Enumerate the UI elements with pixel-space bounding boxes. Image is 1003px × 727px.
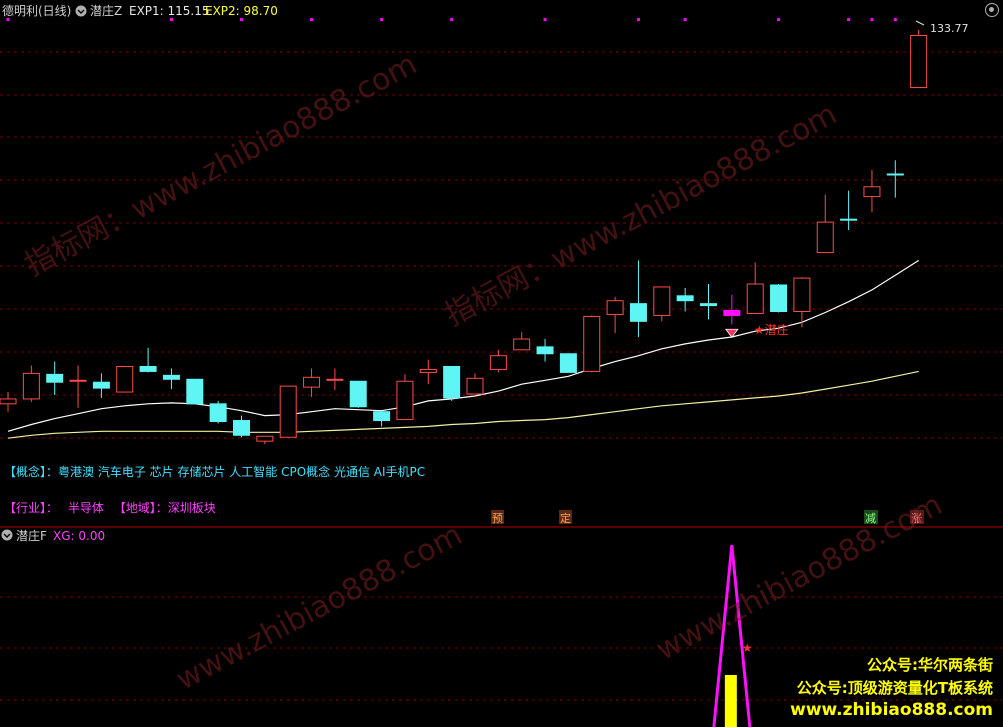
star-signal-label: ★潜庄 (754, 322, 789, 337)
top-dot (450, 18, 454, 21)
concept-sep: ： (46, 465, 59, 479)
concept-tag: 【概念】 (4, 465, 47, 479)
candle-body (0, 398, 17, 405)
region-value: 深圳板块 (167, 501, 216, 515)
industry-sep: ： (46, 501, 59, 515)
candle-body (443, 366, 461, 399)
candle-body (606, 300, 624, 315)
candle-body (746, 283, 764, 314)
ma-long-line (7, 370, 919, 439)
industry-tag: 【行业】 (4, 501, 47, 515)
candlesticks (0, 29, 928, 445)
candle-body (233, 420, 250, 436)
candle-body (373, 411, 391, 422)
candle-body (513, 338, 531, 351)
concept-list: 粤港澳 汽车电子 芯片 存储芯片 人工智能 CPO概念 光通信 AI手机PC (58, 465, 426, 479)
region-sep: ： (155, 501, 168, 515)
candle-body (162, 374, 180, 380)
promo-line-1: 公众号:华尔两条街 (867, 656, 993, 674)
candle-body (186, 378, 204, 405)
candle-body (863, 186, 881, 198)
candle-body (466, 377, 484, 395)
signal-tag-zhang-label: 涨 (911, 512, 922, 525)
sub-indicator-toggle-icon[interactable] (1, 529, 13, 541)
top-dot (777, 18, 781, 21)
top-signal-dots (6, 18, 897, 21)
price-marker-label: 133.77 (930, 22, 969, 35)
signal-tag-ding: 定 (559, 510, 572, 525)
top-dot (847, 18, 851, 21)
promo-line-3: www.zhibiao888.com (790, 700, 993, 720)
candle-body (559, 353, 577, 373)
signal-tag-yu: 预 (491, 510, 504, 525)
candle-body (303, 376, 321, 388)
top-dot (6, 18, 10, 21)
candle-body (583, 315, 601, 372)
candle-body (116, 366, 134, 393)
candle-body (209, 403, 227, 423)
candle-body (886, 173, 904, 176)
sub-star-icon: ★ (742, 641, 753, 655)
candle-body (92, 381, 110, 389)
top-dot (240, 18, 243, 21)
candle-body (46, 373, 64, 383)
xg-label: XG: 0.00 (53, 529, 105, 543)
exp2-label: EXP2: 98.70 (205, 4, 278, 18)
signal-tag-jian-label: 减 (865, 512, 876, 525)
candle-body (256, 435, 274, 442)
exp1-label: EXP1: 115.15 (129, 4, 210, 18)
signal-tag-yu-label: 预 (492, 512, 503, 525)
candle-body (910, 35, 928, 89)
candle-body (349, 380, 367, 408)
promo-line-2: 公众号:顶级游资量化T板系统 (796, 679, 993, 697)
signal-tag-ding-label: 定 (560, 511, 571, 525)
candle-body (840, 218, 858, 221)
top-dot (380, 18, 384, 21)
price-marker: 133.77 (915, 20, 969, 35)
indicator-toggle-icon[interactable] (75, 5, 87, 17)
industry-value: 半导体 (67, 501, 104, 515)
grid-lines (0, 51, 1003, 701)
kline-chart-window: { "header": { "stock_label": "德明利(日线)", … (0, 0, 1003, 727)
candle-body (770, 284, 788, 313)
concept-line: 【概念】：粤港澳 汽车电子 芯片 存储芯片 人工智能 CPO概念 光通信 AI手… (4, 463, 425, 480)
top-dot (310, 18, 314, 21)
candle-body (816, 221, 834, 254)
signal-tag-zhang: 涨 (910, 510, 924, 525)
indicator-name: 潜庄Z (90, 3, 122, 18)
stock-label: 德明利(日线) (2, 3, 71, 18)
candle-body (676, 295, 694, 302)
sub-chart: ★ (712, 544, 753, 727)
candle-body (69, 379, 87, 382)
top-dot (870, 18, 874, 21)
candle-body (793, 277, 811, 313)
candle-body (326, 378, 344, 381)
candle-body (700, 303, 717, 307)
candle-body (723, 310, 741, 316)
candle-body (536, 346, 554, 355)
sub-indicator-name: 潜庄F (16, 528, 47, 543)
candle-body (419, 368, 437, 373)
top-dot (683, 18, 687, 21)
candle-body (279, 385, 297, 438)
signal-volume-bar (724, 675, 737, 727)
top-dot (169, 18, 173, 21)
region-tag: 【地域】 (113, 501, 156, 515)
candle-body (396, 380, 414, 421)
top-dot (636, 18, 640, 21)
candle-body (139, 366, 157, 372)
candle-body (489, 355, 507, 370)
candle-body (653, 286, 671, 316)
candle-body (629, 303, 647, 322)
candle-body (22, 372, 40, 400)
settings-icon[interactable] (985, 3, 999, 17)
industry-line: 【行业】： 半导体 【地域】：深圳板块 (4, 499, 216, 516)
top-dot (543, 18, 547, 21)
chart-canvas: ★ 德明利(日线) 潜庄Z EXP1: 115.15 EXP2: 98.70 潜… (0, 3, 1003, 727)
signal-tag-jian: 减 (864, 510, 878, 525)
top-dot (893, 18, 897, 21)
